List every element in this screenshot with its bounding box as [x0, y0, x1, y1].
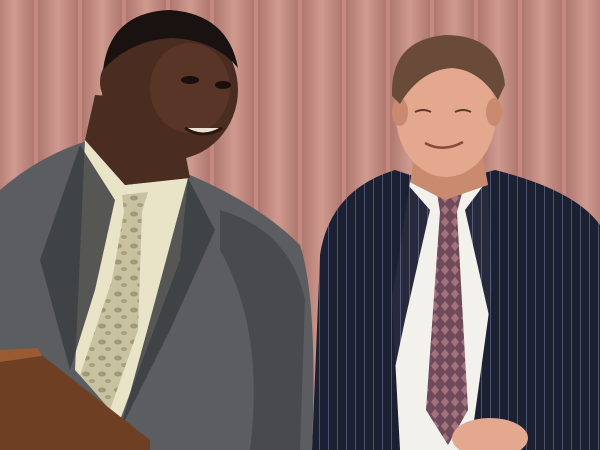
photo-scene — [0, 0, 600, 450]
